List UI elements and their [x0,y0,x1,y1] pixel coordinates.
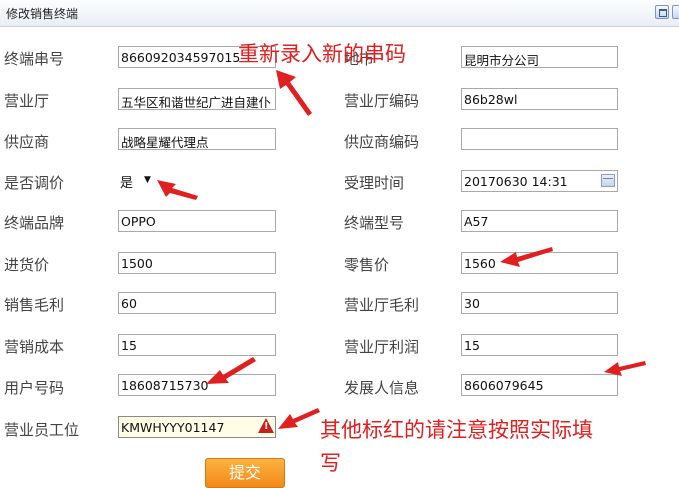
user-number-label: 用户号码 [4,379,65,397]
arrow-imei [276,70,312,116]
developer-info-label: 发展人信息 [344,379,420,397]
calendar-icon[interactable] [601,174,615,187]
maximize-icon[interactable] [655,5,669,19]
brand-label: 终端品牌 [4,214,65,232]
arrow-clerk [278,408,320,429]
user-number-field[interactable]: 18608715730 [118,374,276,396]
model-field[interactable]: A57 [461,210,618,232]
annotation-bottom-line2: 写 [320,451,341,475]
warning-icon [258,418,274,433]
brand-field[interactable]: OPPO [118,210,276,232]
supplier-field[interactable]: 战略星耀代理点 [118,128,276,150]
store-code-label: 营业厅编码 [344,92,420,110]
clerk-position-label: 营业员工位 [4,421,80,439]
price-adjust-select[interactable]: 是 ▼ [118,170,158,192]
model-label: 终端型号 [344,214,405,232]
clerk-position-field[interactable]: KMWHYYY01147 [118,416,276,438]
developer-info-field[interactable]: 8606079645 [461,374,618,396]
annotation-bottom-line1: 其他标红的请注意按照实际填 [320,418,593,442]
imei-label: 终端串号 [4,50,65,68]
supplier-label: 供应商 [4,133,50,151]
supplier-code-label: 供应商编码 [344,133,420,151]
sales-margin-label: 销售毛利 [4,296,65,314]
dropdown-arrow-icon: ▼ [144,175,151,185]
accept-time-field[interactable]: 20170630 14:31 [461,170,618,192]
price-adjust-value: 是 [120,176,134,191]
annotation-top: 重新录入新的串码 [238,42,406,66]
store-field[interactable]: 五华区和谐世纪广进自建仆 [118,88,276,110]
store-code-field[interactable]: 86b28wl [461,88,618,110]
city-field[interactable]: 昆明市分公司 [461,46,618,68]
marketing-cost-field[interactable]: 15 [118,334,276,356]
store-margin-label: 营业厅毛利 [344,296,420,314]
purchase-price-field[interactable]: 1500 [118,252,276,274]
accept-time-value: 20170630 14:31 [464,174,568,189]
retail-price-label: 零售价 [344,256,390,274]
annotation-arrows [157,70,646,429]
marketing-cost-label: 营销成本 [4,338,65,356]
store-label: 营业厅 [4,92,50,110]
store-margin-field[interactable]: 30 [461,292,618,314]
purchase-price-label: 进货价 [4,256,50,274]
submit-button[interactable]: 提交 [205,458,285,488]
sales-margin-field[interactable]: 60 [118,292,276,314]
price-adjust-label: 是否调价 [4,174,65,192]
arrow-adjust [157,180,198,200]
close-icon[interactable] [672,5,679,19]
window-title: 修改销售终端 [6,7,79,21]
store-profit-label: 营业厅利润 [344,338,420,356]
window-titlebar: 修改销售终端 [0,0,679,27]
retail-price-field[interactable]: 1560 [461,252,618,274]
supplier-code-field[interactable] [461,128,618,150]
store-profit-field[interactable]: 15 [461,334,618,356]
accept-time-label: 受理时间 [344,174,405,192]
